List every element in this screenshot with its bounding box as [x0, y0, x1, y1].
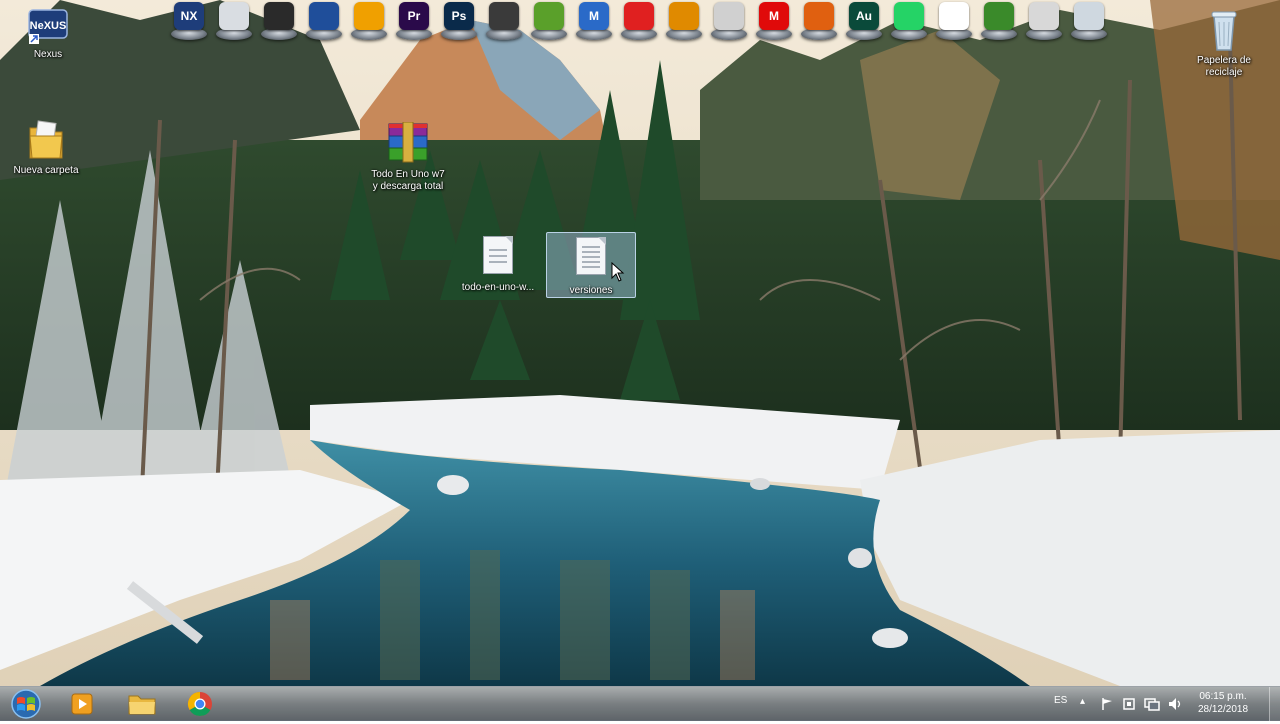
- desktop-icon-label: versiones: [569, 285, 613, 296]
- dock-item-nexus[interactable]: NX: [170, 0, 208, 40]
- start-button[interactable]: [6, 688, 46, 720]
- desktop-icon-label: todo-en-uno-w...: [461, 282, 535, 293]
- show-hidden-icons-button[interactable]: ▴: [1080, 696, 1085, 707]
- dock-item-dfu[interactable]: [800, 0, 838, 40]
- obs-icon: [264, 2, 294, 30]
- stack-icon: [534, 2, 564, 30]
- text-document-icon: [576, 237, 606, 275]
- flag-icon[interactable]: [1100, 697, 1114, 711]
- folder-icon: [26, 118, 66, 162]
- tool-icon: [489, 2, 519, 30]
- audition-icon: Au: [849, 2, 879, 30]
- clock-time: 06:15 p.m.: [1199, 691, 1247, 702]
- chrome-icon: [187, 692, 212, 717]
- whatsapp-icon: [894, 2, 924, 30]
- nexus-icon: NX: [174, 2, 204, 30]
- dock-item-audition[interactable]: Au: [845, 0, 883, 40]
- media-player-icon: [71, 693, 93, 715]
- desktop-icon-recycle-bin[interactable]: Papelera de reciclaje: [1178, 8, 1270, 79]
- lightning-icon: [714, 2, 744, 30]
- premiere-icon: Pr: [399, 2, 429, 30]
- puzzle-icon: [804, 2, 834, 30]
- device-icon[interactable]: [1122, 697, 1136, 711]
- dock-item-movie[interactable]: [305, 0, 343, 40]
- show-desktop-button[interactable]: [1269, 687, 1280, 721]
- nexus-icon: NeXUS: [27, 4, 69, 46]
- mega-icon: M: [759, 2, 789, 30]
- clock[interactable]: 06:15 p.m. 28/12/2018: [1190, 690, 1256, 716]
- taskbar-chrome[interactable]: [174, 689, 226, 719]
- taskbar: ES ▴ 06:15 p.m. 28/12/2018: [0, 686, 1280, 721]
- app-dock: NX Pr Ps M M Au: [170, 0, 1115, 44]
- flame-icon: [669, 2, 699, 30]
- dock-item-trash[interactable]: [1070, 0, 1108, 40]
- dock-item-flash[interactable]: [710, 0, 748, 40]
- dock-item-clock[interactable]: [1025, 0, 1063, 40]
- recycle-bin-icon: [1204, 8, 1244, 52]
- dock-item-premiere[interactable]: Pr: [395, 0, 433, 40]
- desktop-icon-label: Nexus: [33, 49, 63, 60]
- document-icon: [483, 236, 513, 274]
- desktop-icon-label: Papelera de reciclaje: [1197, 55, 1251, 78]
- desktop-wallpaper: [0, 0, 1280, 720]
- volume-icon[interactable]: [1168, 697, 1184, 711]
- desktop-icon-todo-en-uno[interactable]: todo-en-uno-w...: [452, 236, 544, 294]
- dock-item-meocloud[interactable]: M: [575, 0, 613, 40]
- photoshop-icon: Ps: [444, 2, 474, 30]
- dock-item-photoshop[interactable]: Ps: [440, 0, 478, 40]
- chrome-icon: [939, 2, 969, 30]
- dock-item-bluestacks[interactable]: [530, 0, 568, 40]
- network-icon[interactable]: [1144, 697, 1160, 711]
- desktop-icon-winrar[interactable]: Todo En Uno w7 y descarga total: [362, 121, 454, 193]
- folder-icon: [219, 2, 249, 30]
- system-tray: ES ▴ 06:15 p.m. 28/12/2018: [1040, 687, 1280, 721]
- language-indicator[interactable]: ES: [1054, 695, 1067, 706]
- dock-item-firefly[interactable]: [665, 0, 703, 40]
- clock-date: 28/12/2018: [1197, 704, 1249, 715]
- dock-item-audacity[interactable]: [350, 0, 388, 40]
- desktop-icon-new-folder[interactable]: Nueva carpeta: [0, 118, 92, 177]
- windows-logo-icon: [11, 689, 41, 719]
- clapper-icon: [309, 2, 339, 30]
- clock-icon: [1029, 2, 1059, 30]
- taskbar-media-player[interactable]: [56, 689, 108, 719]
- dock-item-chrome[interactable]: [935, 0, 973, 40]
- dock-item-mega[interactable]: M: [755, 0, 793, 40]
- dock-item-cam[interactable]: [620, 0, 658, 40]
- headphones-icon: [354, 2, 384, 30]
- desktop-icon-label: Nueva carpeta: [13, 165, 79, 176]
- dock-item-obs[interactable]: [260, 0, 298, 40]
- trash-icon: [1074, 2, 1104, 30]
- desktop-icon-label-line1: Todo En Uno w7: [371, 169, 445, 180]
- camera-icon: [624, 2, 654, 30]
- desktop-icon-label-line2: y descarga total: [372, 181, 444, 192]
- folder-icon: [128, 695, 156, 715]
- desktop-icon-nexus[interactable]: NeXUS Nexus: [2, 4, 94, 61]
- dock-item-tool[interactable]: [485, 0, 523, 40]
- winrar-icon: [385, 121, 431, 166]
- taskbar-file-explorer[interactable]: [116, 689, 168, 719]
- dock-item-whatsapp[interactable]: [890, 0, 928, 40]
- globe-icon: [984, 2, 1014, 30]
- dock-item-globe[interactable]: [980, 0, 1018, 40]
- dock-item-files[interactable]: [215, 0, 253, 40]
- m-logo-icon: M: [579, 2, 609, 30]
- mouse-cursor-icon: [611, 262, 625, 282]
- svg-text:NeXUS: NeXUS: [30, 20, 67, 32]
